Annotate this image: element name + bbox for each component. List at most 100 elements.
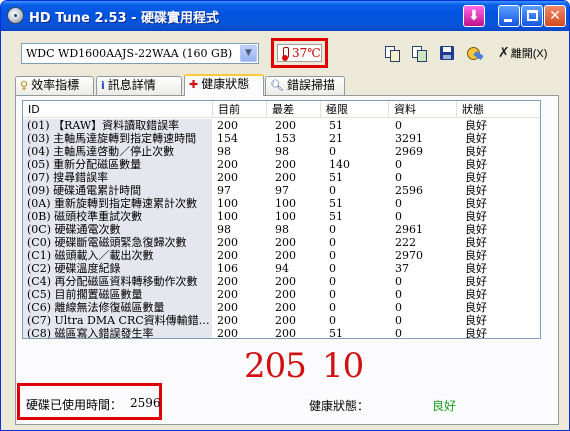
smart-table[interactable]: ID 目前 最差 極限 資料 狀態 (01) 【RAW】資料讀取錯誤率 200 20… xyxy=(22,100,541,339)
threshold-cell: 0 xyxy=(329,288,336,301)
column-header-id[interactable]: ID xyxy=(23,101,213,118)
worst-value-cell: 94 xyxy=(275,262,289,275)
current-value-cell: 98 xyxy=(217,145,231,158)
health-status-value: 良好 xyxy=(432,399,457,413)
current-value-cell: 200 xyxy=(217,158,238,171)
column-header-status[interactable]: 狀態 xyxy=(457,101,540,118)
copy-text-icon[interactable] xyxy=(384,45,402,62)
table-row[interactable]: (04) 主軸馬達啓動／停止次數 98 98 0 2969 良好 xyxy=(23,145,540,158)
chevron-down-icon[interactable]: ▼ xyxy=(240,45,257,62)
table-row[interactable]: (01) 【RAW】資料讀取錯誤率 200 200 51 0 良好 xyxy=(23,119,540,132)
table-row[interactable]: (C7) Ultra DMA CRC資料傳輸錯… 200 200 0 0 良好 xyxy=(23,314,540,327)
drive-select[interactable]: WDC WD1600AAJS-22WAA (160 GB) ▼ xyxy=(21,43,259,64)
threshold-cell: 51 xyxy=(329,327,343,339)
table-row[interactable]: (09) 硬碟通電累計時間 97 97 0 2596 良好 xyxy=(23,184,540,197)
worst-value-cell: 98 xyxy=(275,223,289,236)
threshold-cell: 0 xyxy=(329,262,336,275)
status-cell: 良好 xyxy=(465,275,487,288)
raw-data-cell: 0 xyxy=(395,210,402,223)
raw-data-cell: 2969 xyxy=(395,145,423,158)
worst-value-cell: 200 xyxy=(275,327,296,339)
status-cell: 良好 xyxy=(465,288,487,301)
status-cell: 良好 xyxy=(465,249,487,262)
attribute-id-cell: (0B) 磁頭校準重試次數 xyxy=(23,210,212,223)
save-icon[interactable] xyxy=(438,45,456,62)
current-value-cell: 200 xyxy=(217,314,238,327)
threshold-cell: 0 xyxy=(329,236,336,249)
raw-data-cell: 2596 xyxy=(395,184,423,197)
threshold-cell: 51 xyxy=(329,119,343,132)
attribute-id-cell: (05) 重新分配磁區數量 xyxy=(23,158,212,171)
table-row[interactable]: (C6) 離線無法修復磁區數量 200 200 0 0 良好 xyxy=(23,301,540,314)
table-row[interactable]: (0B) 磁頭校準重試次數 100 100 51 0 良好 xyxy=(23,210,540,223)
current-value-cell: 200 xyxy=(217,275,238,288)
hdtune-app-icon[interactable] xyxy=(7,7,24,24)
maximize-button[interactable] xyxy=(521,5,543,27)
health-status-label: 健康狀態： xyxy=(309,399,370,413)
temperature-value: 37℃ xyxy=(292,46,321,60)
close-button[interactable]: ✕ xyxy=(544,5,566,27)
download-arrow-button[interactable]: ⬇ xyxy=(463,5,485,27)
threshold-cell: 140 xyxy=(329,158,350,171)
table-row[interactable]: (C2) 硬碟溫度紀錄 106 94 0 37 良好 xyxy=(23,262,540,275)
table-row[interactable]: (05) 重新分配磁區數量 200 200 140 0 良好 xyxy=(23,158,540,171)
status-cell: 良好 xyxy=(465,262,487,275)
table-row[interactable]: (C8) 磁區寫入錯誤發生率 200 200 51 0 良好 xyxy=(23,327,540,339)
worst-value-cell: 200 xyxy=(275,301,296,314)
health-cross-icon: ✚ xyxy=(189,78,199,91)
current-value-cell: 154 xyxy=(217,132,238,145)
window-title: HD Tune 2.53 - 硬碟實用程式 xyxy=(29,11,220,26)
status-cell: 良好 xyxy=(465,145,487,158)
minimize-button[interactable] xyxy=(498,5,520,27)
threshold-cell: 0 xyxy=(329,249,336,262)
raw-data-cell: 2961 xyxy=(395,223,423,236)
copy-screenshot-icon[interactable] xyxy=(411,45,429,62)
attribute-id-cell: (07) 搜尋錯誤率 xyxy=(23,171,212,184)
status-cell: 良好 xyxy=(465,314,487,327)
annotation-number-right: 10 xyxy=(322,346,364,386)
tab-benchmark[interactable]: ♀ 效率指標 xyxy=(15,76,94,95)
options-icon[interactable] xyxy=(465,45,483,62)
tab-info[interactable]: i 訊息詳情 xyxy=(96,76,182,95)
attribute-id-cell: (09) 硬碟通電累計時間 xyxy=(23,184,212,197)
app-window: HD Tune 2.53 - 硬碟實用程式 ⬇ ✕ WDC WD1600AAJS… xyxy=(0,0,570,431)
tab-health[interactable]: ✚ 健康狀態 xyxy=(184,74,264,96)
status-cell: 良好 xyxy=(465,158,487,171)
temperature-highlight: 37℃ xyxy=(271,38,328,68)
column-header-current[interactable]: 目前 xyxy=(213,101,267,118)
exit-button[interactable]: ✗離開(X) xyxy=(498,43,553,63)
column-header-worst[interactable]: 最差 xyxy=(267,101,321,118)
title-bar[interactable]: HD Tune 2.53 - 硬碟實用程式 ⬇ ✕ xyxy=(1,1,569,31)
table-row[interactable]: (0A) 重新旋轉到指定轉速累計次數 100 100 51 0 良好 xyxy=(23,197,540,210)
exit-icon: ✗ xyxy=(498,45,510,61)
temperature-display: 37℃ xyxy=(277,44,322,62)
table-row[interactable]: (0C) 硬碟通電次數 98 98 0 2961 良好 xyxy=(23,223,540,236)
column-header-threshold[interactable]: 極限 xyxy=(321,101,389,118)
table-row[interactable]: (C0) 硬碟斷電磁頭緊急復歸次數 200 200 0 222 良好 xyxy=(23,236,540,249)
worst-value-cell: 200 xyxy=(275,236,296,249)
current-value-cell: 100 xyxy=(217,197,238,210)
table-row[interactable]: (C4) 再分配磁區資料轉移動作次數 200 200 0 0 良好 xyxy=(23,275,540,288)
attribute-id-cell: (C0) 硬碟斷電磁頭緊急復歸次數 xyxy=(23,236,212,249)
threshold-cell: 51 xyxy=(329,171,343,184)
table-row[interactable]: (07) 搜尋錯誤率 200 200 51 0 良好 xyxy=(23,171,540,184)
raw-data-cell: 222 xyxy=(395,236,416,249)
attribute-id-cell: (C1) 磁頭載入／載出次數 xyxy=(23,249,212,262)
current-value-cell: 200 xyxy=(217,236,238,249)
table-row[interactable]: (C1) 磁頭載入／載出次數 200 200 0 2970 良好 xyxy=(23,249,540,262)
column-header-data[interactable]: 資料 xyxy=(389,101,457,118)
status-cell: 良好 xyxy=(465,132,487,145)
worst-value-cell: 153 xyxy=(275,132,296,145)
current-value-cell: 200 xyxy=(217,119,238,132)
power-on-hours-value: 2596 xyxy=(130,396,161,410)
table-row[interactable]: (C5) 目前擱置磁區數量 200 200 0 0 良好 xyxy=(23,288,540,301)
tab-label: 訊息詳情 xyxy=(107,78,156,92)
status-cell: 良好 xyxy=(465,327,487,339)
table-row[interactable]: (03) 主軸馬達旋轉到指定轉速時間 154 153 21 3291 良好 xyxy=(23,132,540,145)
status-cell: 良好 xyxy=(465,210,487,223)
drive-select-value: WDC WD1600AAJS-22WAA (160 GB) xyxy=(26,47,233,60)
tab-error-scan[interactable]: 🔍︎ 錯誤掃描 xyxy=(265,76,345,95)
worst-value-cell: 200 xyxy=(275,158,296,171)
attribute-id-cell: (C6) 離線無法修復磁區數量 xyxy=(23,301,212,314)
threshold-cell: 0 xyxy=(329,314,336,327)
